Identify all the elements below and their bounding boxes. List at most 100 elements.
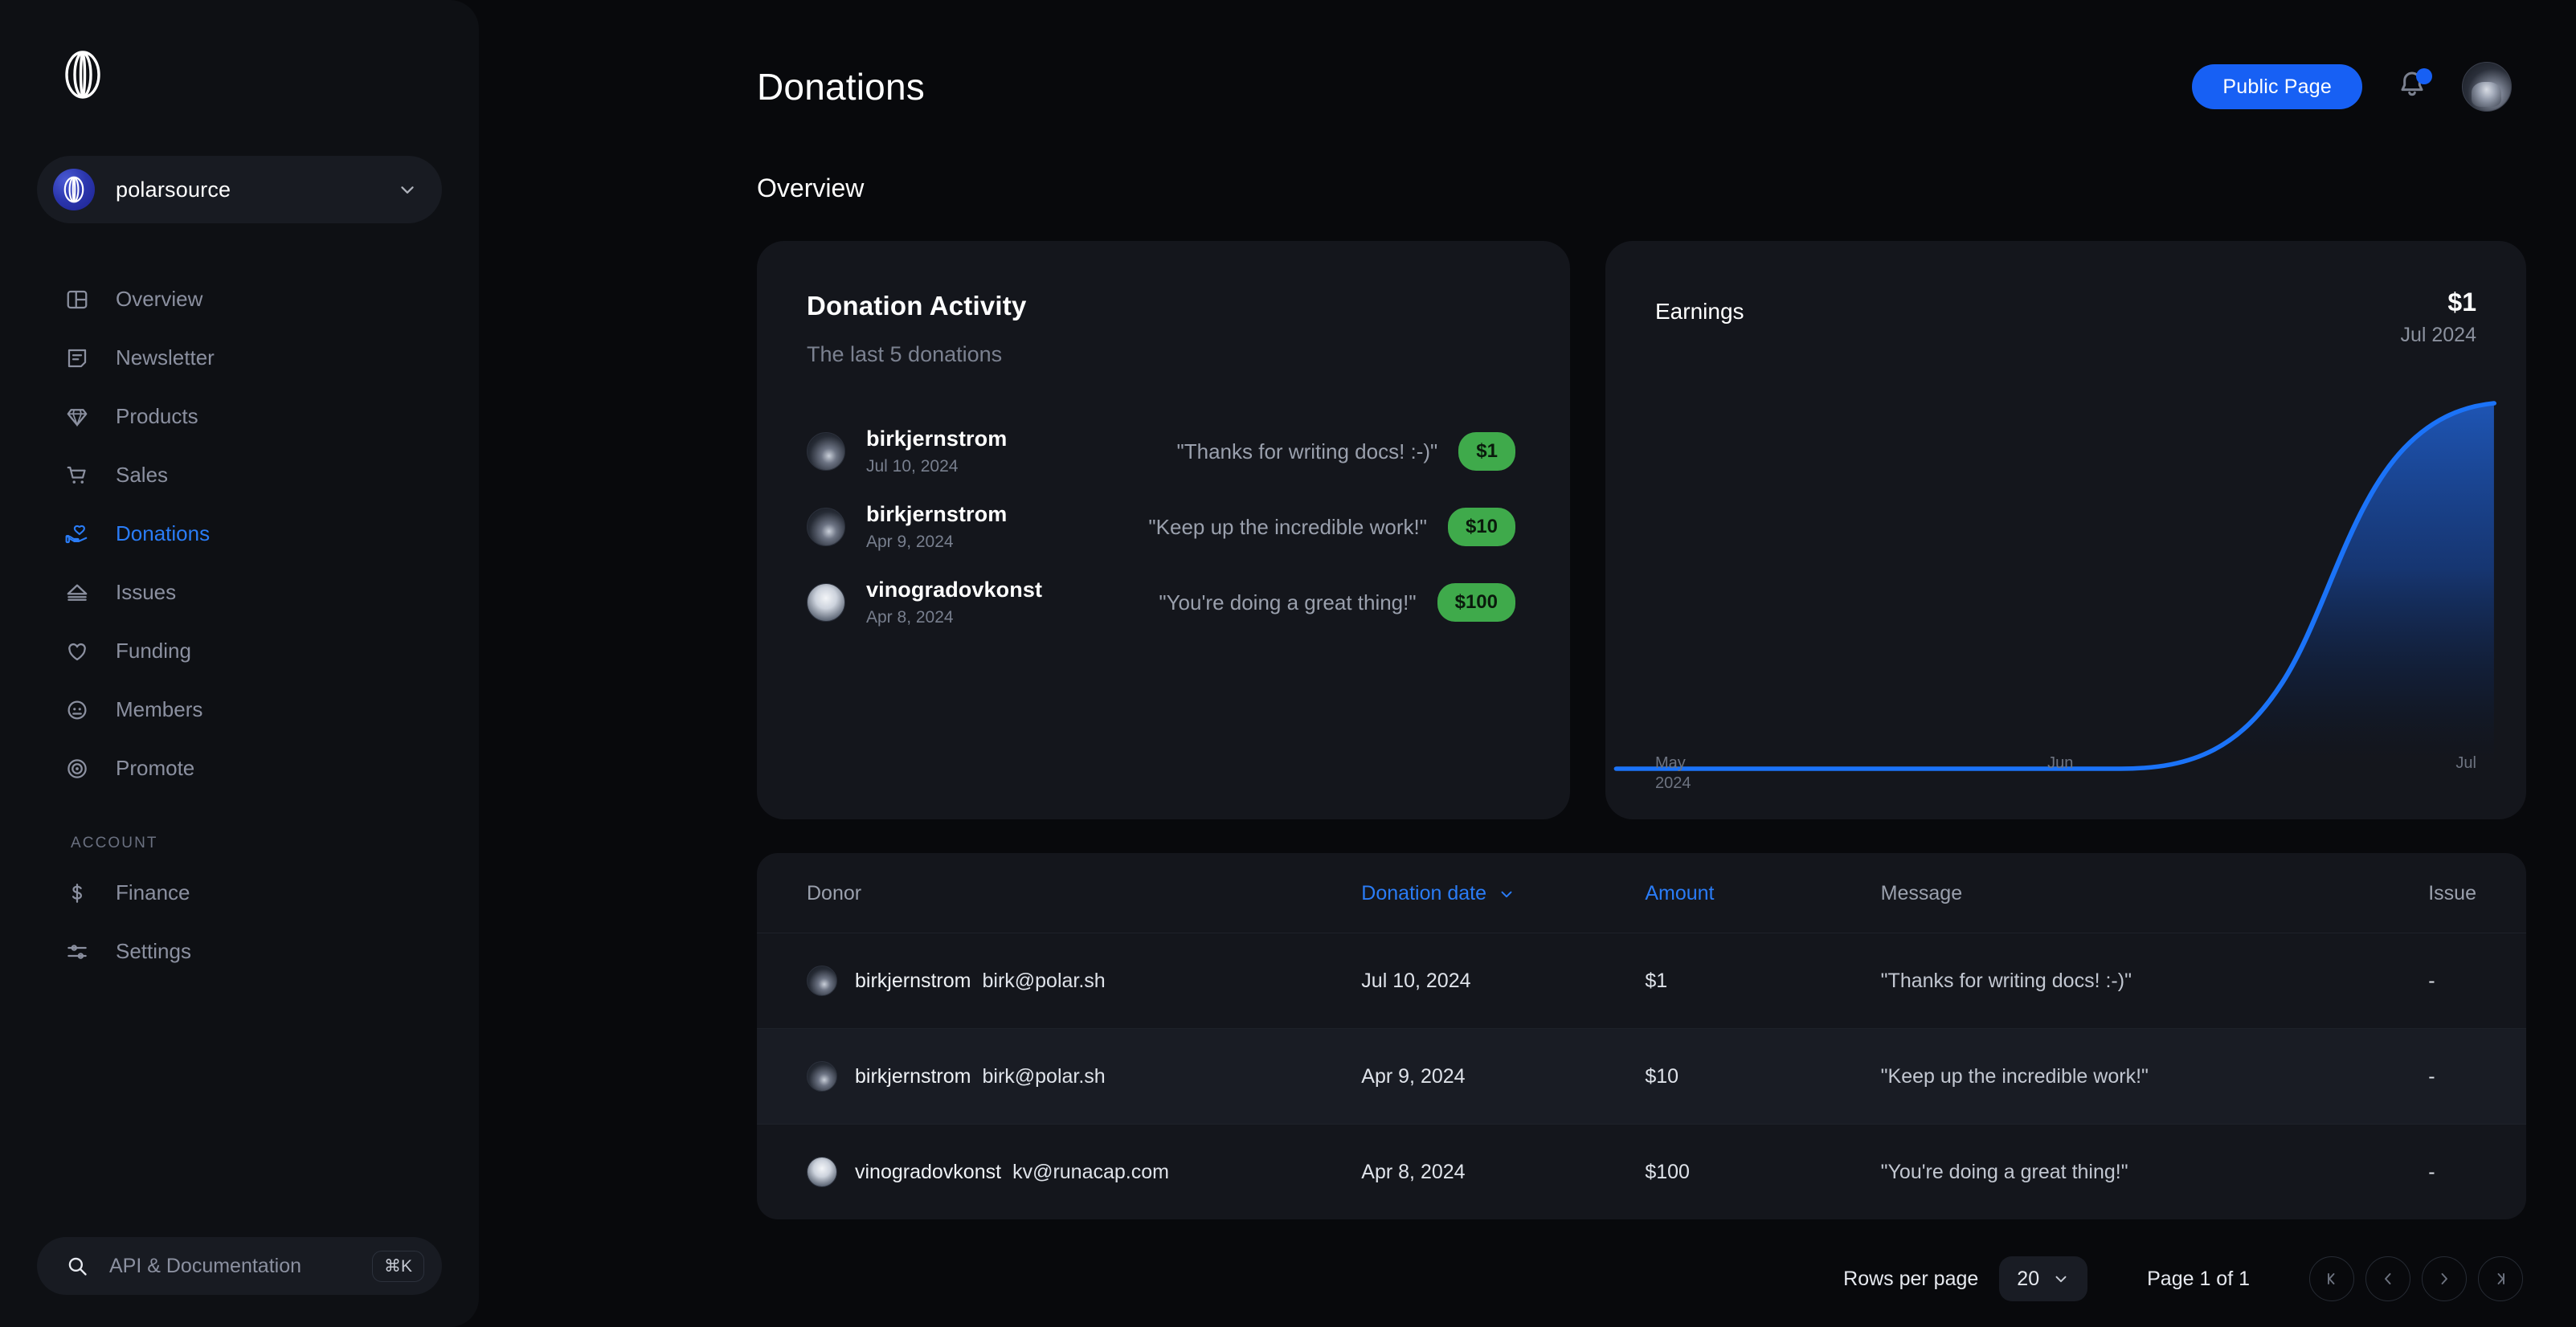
sort-control[interactable]: Donation date	[1361, 882, 1515, 905]
column-header-donation-date[interactable]: Donation date	[1361, 853, 1646, 933]
notification-dot	[2416, 68, 2432, 84]
main-content: Donations Public Page Overview Donation …	[479, 0, 2576, 1327]
sidebar-item-donations[interactable]: Donations	[0, 504, 479, 563]
column-header-issue[interactable]: Issue	[2428, 853, 2526, 933]
chevron-down-icon	[2052, 1270, 2070, 1288]
previous-page-button[interactable]	[2365, 1256, 2410, 1301]
donor-wrapper: birkjernstrom birk@polar.sh	[807, 1061, 1361, 1092]
topbar: Donations Public Page	[479, 0, 2526, 174]
sidebar-item-overview[interactable]: Overview	[0, 270, 479, 329]
issues-icon	[64, 580, 90, 606]
pagination-buttons	[2309, 1256, 2523, 1301]
sidebar-item-label: Members	[116, 697, 203, 721]
donor-username: vinogradovkonst	[855, 1160, 1002, 1183]
donation-amount-badge: $1	[1458, 432, 1515, 471]
page-title: Donations	[757, 66, 925, 108]
donations-table-card: Donor Donation date Amount Message Issue…	[757, 853, 2526, 1219]
donation-activity-title: Donation Activity	[807, 291, 1027, 321]
app-root: polarsource Overview Newsletter Products…	[0, 0, 2576, 1327]
sidebar-item-products[interactable]: Products	[0, 387, 479, 446]
sidebar-item-issues[interactable]: Issues	[0, 563, 479, 622]
donor-avatar	[807, 508, 845, 546]
donor-name: birkjernstrom	[866, 502, 1008, 526]
donor-wrapper: vinogradovkonst kv@runacap.com	[807, 1157, 1361, 1187]
column-header-donor[interactable]: Donor	[757, 853, 1362, 933]
next-page-button[interactable]	[2422, 1256, 2467, 1301]
chevron-down-icon	[1498, 885, 1515, 903]
org-switcher[interactable]: polarsource	[37, 156, 442, 223]
cell-donor: vinogradovkonst kv@runacap.com	[757, 1125, 1361, 1220]
cell-donation-date: Apr 9, 2024	[1361, 1028, 1646, 1125]
sidebar-item-funding[interactable]: Funding	[0, 622, 479, 680]
sidebar-nav: Overview Newsletter Products Sales Donat…	[0, 270, 479, 981]
sidebar-item-label: Settings	[116, 939, 191, 963]
list-item[interactable]: birkjernstrom Jul 10, 2024 "Thanks for w…	[807, 414, 1515, 489]
content-area: Overview Donation Activity The last 5 do…	[479, 174, 2526, 1301]
donation-date: Apr 8, 2024	[866, 608, 954, 627]
sidebar-item-label: Issues	[116, 580, 177, 604]
polar-logo-icon[interactable]	[58, 50, 108, 100]
table-row[interactable]: vinogradovkonst kv@runacap.com Apr 8, 20…	[757, 1125, 2526, 1220]
sidebar-item-finance[interactable]: Finance	[0, 864, 479, 922]
last-page-icon	[2497, 1273, 2504, 1284]
sidebar-item-settings[interactable]: Settings	[0, 922, 479, 981]
diamond-icon	[64, 404, 90, 430]
public-page-button[interactable]: Public Page	[2192, 64, 2362, 109]
column-header-amount[interactable]: Amount	[1645, 853, 1881, 933]
earnings-area-chart[interactable]	[1605, 370, 2526, 819]
column-header-message[interactable]: Message	[1880, 853, 2429, 933]
first-page-button[interactable]	[2309, 1256, 2354, 1301]
chevron-down-icon	[397, 179, 418, 200]
donor-info: birkjernstrom Apr 9, 2024	[866, 502, 1107, 552]
heart-icon	[64, 639, 90, 664]
earnings-period: Jul 2024	[2400, 324, 2476, 346]
cell-donor: birkjernstrom birk@polar.sh	[757, 933, 1362, 1029]
sidebar-section-account: ACCOUNT	[71, 835, 158, 851]
table-row[interactable]: birkjernstrom birk@polar.sh Jul 10, 2024…	[757, 933, 2526, 1029]
x-tick-text: May 2024	[1655, 754, 1691, 792]
sidebar-item-members[interactable]: Members	[0, 680, 479, 739]
org-name: polarsource	[116, 177, 231, 202]
sidebar-item-label: Sales	[116, 463, 169, 487]
sidebar-item-newsletter[interactable]: Newsletter	[0, 329, 479, 387]
x-tick-label: Jul	[2455, 754, 2476, 772]
table-row[interactable]: birkjernstrom birk@polar.sh Apr 9, 2024 …	[757, 1028, 2526, 1125]
overview-heading: Overview	[757, 174, 865, 202]
sidebar-item-label: Overview	[116, 287, 203, 311]
rows-per-page-value: 20	[2017, 1267, 2040, 1290]
sidebar-item-label: Newsletter	[116, 345, 215, 370]
cell-message: "Thanks for writing docs! :-)"	[1880, 933, 2429, 1029]
rows-per-page-select[interactable]: 20	[1999, 1256, 2088, 1301]
sidebar: polarsource Overview Newsletter Products…	[0, 0, 479, 1327]
sidebar-item-sales[interactable]: Sales	[0, 446, 479, 504]
donation-date: Jul 10, 2024	[866, 457, 959, 476]
rows-per-page-label: Rows per page	[1843, 1267, 1979, 1290]
list-item[interactable]: birkjernstrom Apr 9, 2024 "Keep up the i…	[807, 489, 1515, 565]
donor-avatar	[807, 966, 837, 996]
notifications-button[interactable]	[2396, 68, 2432, 105]
overview-cards: Donation Activity The last 5 donations b…	[757, 241, 2526, 819]
cell-donor: birkjernstrom birk@polar.sh	[757, 1028, 1362, 1125]
chevron-left-icon	[2385, 1273, 2391, 1284]
last-page-button[interactable]	[2478, 1256, 2523, 1301]
search-input[interactable]: API & Documentation ⌘K	[37, 1237, 442, 1295]
list-item[interactable]: vinogradovkonst Apr 8, 2024 "You're doin…	[807, 565, 1515, 640]
earnings-amount: $1	[2447, 288, 2476, 316]
donor-name: vinogradovkonst	[866, 578, 1043, 602]
donor-wrapper: birkjernstrom birk@polar.sh	[807, 966, 1361, 996]
cell-issue: -	[2428, 1160, 2435, 1183]
donor-avatar	[807, 1061, 837, 1092]
donation-icon	[64, 521, 90, 547]
earnings-chart-card: Earnings $1 Jul 2024 May 2024 Jun Jul	[1605, 241, 2526, 819]
page-indicator: Page 1 of 1	[2147, 1267, 2250, 1290]
donation-amount-badge: $100	[1437, 583, 1515, 622]
pagination: Rows per page 20 Page 1 of 1	[757, 1256, 2526, 1301]
avatar[interactable]	[2462, 62, 2512, 112]
x-tick-label: May 2024	[1655, 753, 1691, 794]
donor-info: vinogradovkonst Apr 8, 2024	[866, 578, 1107, 627]
sidebar-item-promote[interactable]: Promote	[0, 739, 479, 798]
donation-activity-list: birkjernstrom Jul 10, 2024 "Thanks for w…	[807, 414, 1515, 640]
promote-icon	[64, 756, 90, 782]
donations-table: Donor Donation date Amount Message Issue…	[757, 853, 2526, 1219]
